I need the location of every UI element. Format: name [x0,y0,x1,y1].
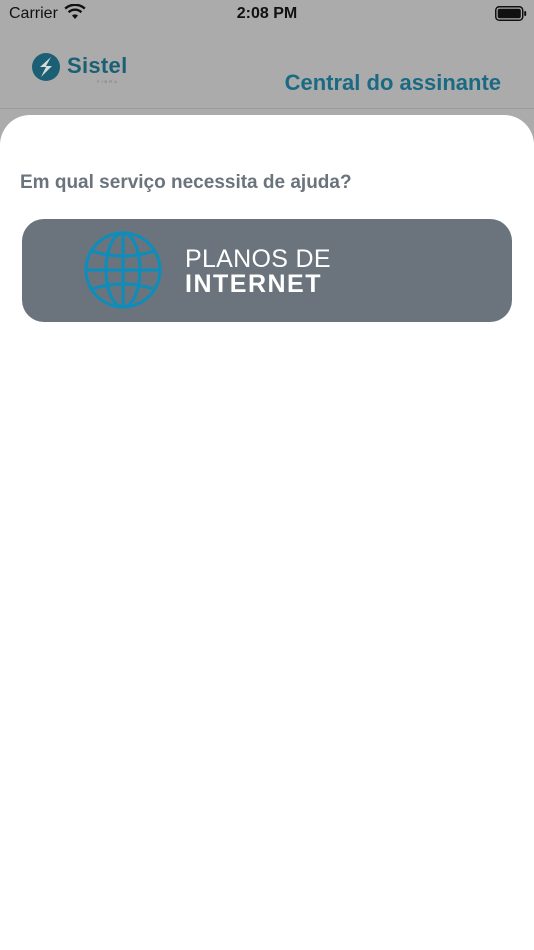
service-label-line2: INTERNET [185,270,322,298]
battery-icon [495,6,527,21]
app-header: Sistel FIBRA Central do assinante [0,28,534,109]
logo-mark-icon [32,53,60,81]
status-bar: Carrier 2:08 PM [0,0,534,28]
sistel-logo: Sistel FIBRA [31,50,141,86]
logo-subtext: FIBRA [97,79,119,84]
logo-text: Sistel [67,53,128,78]
status-time: 2:08 PM [236,5,298,22]
globe-icon [84,231,162,309]
service-sheet: Em qual serviço necessita de ajuda? PLAN… [0,115,534,950]
help-question: Em qual serviço necessita de ajuda? [20,172,352,193]
internet-plans-button[interactable]: PLANOS DE INTERNET [22,219,512,322]
page-title: Central do assinante [284,70,501,95]
